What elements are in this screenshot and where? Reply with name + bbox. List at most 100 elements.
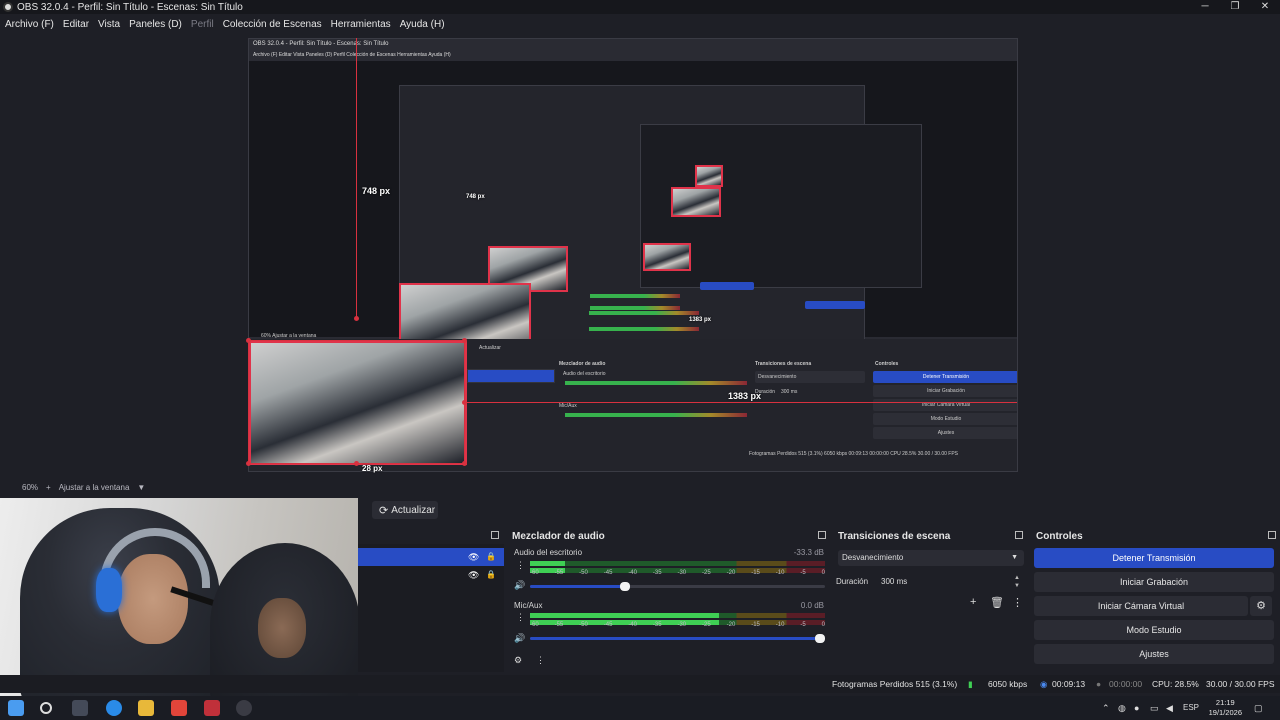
nested-meter-c	[589, 311, 699, 315]
zoom-level[interactable]: 60%	[22, 483, 38, 492]
transform-handle-b[interactable]	[354, 461, 359, 466]
studio-mode-button[interactable]: Modo Estudio	[1034, 620, 1274, 640]
sources-list: 👁 🔒 👁 🔒	[358, 544, 504, 672]
eye-icon[interactable]: 👁	[468, 570, 479, 581]
transform-handle-bl[interactable]	[246, 461, 251, 466]
lock-icon[interactable]: 🔒	[486, 570, 496, 579]
fit-window-label[interactable]: Ajustar a la ventana	[59, 483, 130, 492]
bitrate: 6050 kbps	[988, 679, 1028, 689]
window-controls: ─ ❐ ✕	[1190, 0, 1280, 14]
search-icon[interactable]	[40, 702, 52, 714]
clock[interactable]: 21:19 19/1/2026	[1209, 698, 1242, 718]
speaker-icon[interactable]: 🔊	[514, 633, 525, 644]
obs-taskbar-icon[interactable]	[236, 700, 252, 716]
db-tick-label: -55	[554, 570, 564, 576]
mixer-menu-icon[interactable]: ⋮	[536, 655, 545, 666]
notification-icon[interactable]: ▢	[1254, 703, 1263, 714]
task-view-icon[interactable]	[72, 700, 88, 716]
tray-network-icon[interactable]: ▭	[1150, 703, 1159, 714]
language-indicator[interactable]: ESP	[1183, 703, 1199, 712]
source-row[interactable]: 👁 🔒	[358, 566, 504, 584]
transitions-dock-icon[interactable]	[1015, 531, 1023, 539]
nested-fade: Desvanecimiento	[755, 371, 865, 383]
more-icon[interactable]: ⋮	[1012, 596, 1023, 609]
db-tick-label: -35	[652, 622, 662, 628]
webcam-overlay	[0, 498, 358, 702]
mixer-settings-icon[interactable]: ⚙	[514, 655, 522, 666]
nested-title: OBS 32.0.4 - Perfil: Sin Título - Escena…	[253, 41, 389, 47]
maximize-button[interactable]: ❐	[1220, 0, 1250, 14]
menu-herramientas[interactable]: Herramientas	[331, 19, 391, 30]
volume-knob[interactable]	[815, 634, 825, 643]
db-tick-label: 0	[821, 570, 825, 576]
menu-paneles[interactable]: Paneles (D)	[129, 19, 182, 30]
menu-bar: Archivo (F) Editar Vista Paneles (D) Per…	[0, 15, 1280, 33]
start-virtual-cam-button[interactable]: Iniciar Cámara Virtual	[1034, 596, 1248, 616]
menu-coleccion-escenas[interactable]: Colección de Escenas	[223, 19, 322, 30]
nested-preview-level3	[640, 124, 922, 288]
tray-app-icon[interactable]: ◍	[1118, 703, 1126, 714]
volume-knob[interactable]	[620, 582, 631, 591]
menu-editar[interactable]: Editar	[63, 19, 89, 30]
source-row[interactable]: 👁 🔒	[358, 548, 504, 566]
menu-ayuda[interactable]: Ayuda (H)	[400, 19, 445, 30]
fit-window-dropdown-icon[interactable]: ▼	[137, 483, 145, 492]
audio-mixer: Audio del escritorio -33.3 dB ⋮ -60 -55 -5…	[508, 544, 830, 672]
volume-slider[interactable]	[530, 582, 825, 591]
source-transform-box[interactable]	[248, 340, 465, 464]
nested-meter-d	[589, 327, 699, 331]
db-tick-label: -50	[579, 570, 588, 576]
start-recording-button[interactable]: Iniciar Grabación	[1034, 572, 1274, 592]
measure-horizontal: 1383 px	[728, 391, 762, 401]
window-title: OBS 32.0.4 - Perfil: Sin Título - Escena…	[17, 1, 243, 13]
transform-handle-r[interactable]	[462, 400, 467, 405]
mixer-dock-icon[interactable]	[818, 531, 826, 539]
nested-l2-stop-button	[700, 282, 754, 290]
lock-icon[interactable]: 🔒	[486, 552, 496, 561]
level-meter-fill	[530, 561, 566, 566]
nested-desktop-audio: Audio del escritorio	[563, 371, 606, 377]
db-tick-label: -45	[603, 570, 613, 576]
channel-menu-icon[interactable]: ⋮	[516, 560, 525, 571]
nested-status: Fotogramas Perdidos 515 (3.1%) 6050 kbps…	[749, 451, 959, 457]
transform-handle-tl[interactable]	[246, 338, 251, 343]
duration-field[interactable]: 300 ms ▲ ▼	[876, 574, 1024, 590]
edge-icon[interactable]	[106, 700, 122, 716]
dropped-frames: Fotogramas Perdidos 515 (3.1%)	[832, 679, 958, 689]
brave-icon[interactable]	[171, 700, 187, 716]
tray-volume-icon[interactable]: ◀	[1166, 703, 1173, 714]
menu-archivo[interactable]: Archivo (F)	[5, 19, 54, 30]
windows-start-icon[interactable]	[8, 700, 24, 716]
add-icon[interactable]: +	[970, 596, 976, 608]
eye-icon[interactable]: 👁	[468, 552, 479, 563]
tray-mic-icon[interactable]: ●	[1134, 703, 1139, 713]
volume-slider[interactable]	[530, 634, 825, 643]
speaker-icon[interactable]: 🔊	[514, 580, 525, 591]
transform-handle-tr[interactable]	[462, 338, 467, 343]
zoom-in-button[interactable]: +	[46, 483, 51, 492]
transition-select[interactable]: Desvanecimiento ▼	[838, 550, 1024, 566]
menu-perfil[interactable]: Perfil	[191, 19, 214, 30]
channel-menu-icon[interactable]: ⋮	[516, 612, 525, 623]
refresh-button[interactable]: ⟳ Actualizar	[372, 501, 438, 519]
nested-menu: Archivo (F) Editar Vista Paneles (D) Per…	[253, 52, 451, 58]
tray-chevron-icon[interactable]: ⌃	[1102, 703, 1110, 714]
file-explorer-icon[interactable]	[138, 700, 154, 716]
guide-vertical-handle[interactable]	[354, 316, 359, 321]
stop-stream-button[interactable]: Detener Transmisión	[1034, 548, 1274, 568]
settings-button[interactable]: Ajustes	[1034, 644, 1274, 664]
controls-panel: Detener Transmisión Iniciar Grabación In…	[1032, 544, 1280, 672]
spin-icon[interactable]: ▲ ▼	[1014, 574, 1020, 590]
trash-icon[interactable]: 🗑	[990, 596, 1004, 609]
gear-icon[interactable]: ⚙	[1250, 596, 1272, 616]
transform-handle-br[interactable]	[462, 461, 467, 466]
app-icon[interactable]	[204, 700, 220, 716]
sources-dock-icon[interactable]	[491, 531, 499, 539]
nested-meter-desktop	[565, 381, 747, 385]
nested-preview: 748 px 1383 px	[249, 61, 1017, 359]
minimize-button[interactable]: ─	[1190, 0, 1220, 14]
controls-dock-icon[interactable]	[1268, 531, 1276, 539]
close-button[interactable]: ✕	[1250, 0, 1280, 14]
menu-vista[interactable]: Vista	[98, 19, 120, 30]
measure-bottom: 28 px	[362, 464, 383, 473]
